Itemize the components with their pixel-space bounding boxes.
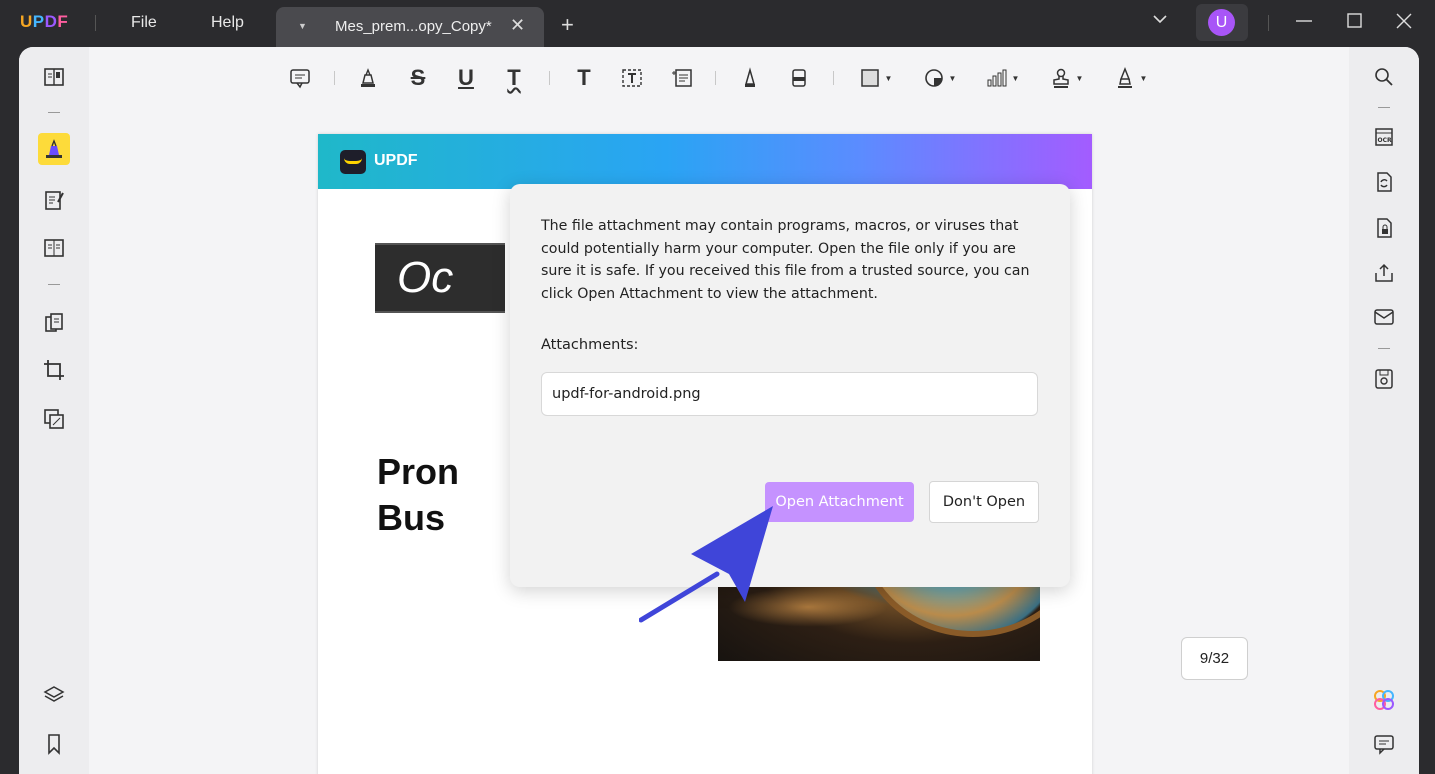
reader-icon[interactable] <box>38 61 70 93</box>
menu-file[interactable]: File <box>131 14 157 32</box>
shape-icon[interactable]: ▼ <box>855 65 895 91</box>
divider <box>95 15 96 31</box>
tab-menu-icon[interactable]: ▼ <box>298 21 307 31</box>
document-tab[interactable]: ▼ Mes_prem...opy_Copy* ✕ <box>276 7 544 47</box>
attachments-label: Attachments: <box>541 337 639 353</box>
menu-help[interactable]: Help <box>211 14 244 32</box>
page-heading-box: Oc <box>375 243 505 313</box>
bookmark-icon[interactable] <box>38 728 70 760</box>
headline-line-1: Pron <box>377 451 460 492</box>
text-icon[interactable]: T <box>571 65 597 91</box>
left-toolbar <box>19 47 89 774</box>
comment-mode-icon[interactable] <box>38 133 70 165</box>
title-bar: UPDF File Help ▼ Mes_prem...opy_Copy* ✕ … <box>0 0 1435 47</box>
protect-icon[interactable] <box>1368 212 1400 244</box>
divider <box>715 71 716 85</box>
chevron-down-icon[interactable] <box>1151 10 1169 33</box>
divider <box>48 284 60 285</box>
text-callout-icon[interactable] <box>669 65 695 91</box>
sticker-icon[interactable]: ▼ <box>919 65 959 91</box>
divider <box>833 71 834 85</box>
divider <box>334 71 335 85</box>
divider <box>1268 15 1269 31</box>
open-attachment-button[interactable]: Open Attachment <box>765 482 914 522</box>
pointer-arrow-icon <box>639 506 773 623</box>
tab-title: Mes_prem...opy_Copy* <box>335 18 492 35</box>
watermark-icon[interactable] <box>38 403 70 435</box>
maximize-icon[interactable] <box>1345 11 1365 36</box>
convert-icon[interactable] <box>1368 166 1400 198</box>
svg-text:OCR: OCR <box>1378 137 1393 144</box>
page-headline: Pron Bus <box>377 449 459 541</box>
signature-icon[interactable]: ▼ <box>1110 65 1150 91</box>
layers-icon[interactable] <box>38 679 70 711</box>
squiggly-icon[interactable]: T <box>501 65 527 91</box>
save-icon[interactable] <box>1368 363 1400 395</box>
attachment-name-field[interactable]: updf-for-android.png <box>541 372 1038 416</box>
stamp-icon[interactable]: ▼ <box>1046 65 1086 91</box>
divider <box>1378 107 1390 108</box>
tab-close-icon[interactable]: ✕ <box>510 15 525 36</box>
warning-message: The file attachment may contain programs… <box>541 218 1030 302</box>
underline-icon[interactable]: U <box>453 65 479 91</box>
pencil-icon[interactable] <box>737 65 763 91</box>
minimize-icon[interactable] <box>1294 11 1314 36</box>
ai-assistant-icon[interactable] <box>1368 684 1400 716</box>
email-icon[interactable] <box>1368 301 1400 333</box>
close-window-icon[interactable] <box>1394 11 1414 36</box>
dont-open-button[interactable]: Don't Open <box>929 481 1039 523</box>
highlight-icon[interactable] <box>355 65 381 91</box>
document-canvas: S U T T ▼ ▼ ▼ ▼ ▼ UPDF Oc Pron Bus The f… <box>89 47 1349 774</box>
share-icon[interactable] <box>1368 257 1400 289</box>
eraser-icon[interactable] <box>786 65 812 91</box>
divider <box>1378 348 1390 349</box>
right-toolbar: OCR <box>1349 47 1419 774</box>
updf-logo: UPDF <box>20 12 69 31</box>
ocr-icon[interactable]: OCR <box>1368 121 1400 153</box>
form-icon[interactable] <box>38 232 70 264</box>
comments-panel-icon[interactable] <box>1368 728 1400 760</box>
page-number-indicator[interactable]: 9/32 <box>1181 637 1248 680</box>
strikethrough-icon[interactable]: S <box>405 65 431 91</box>
account-button[interactable]: U <box>1196 4 1248 41</box>
page-banner: UPDF <box>318 134 1092 189</box>
measure-icon[interactable]: ▼ <box>982 65 1022 91</box>
comment-icon[interactable] <box>287 65 313 91</box>
search-icon[interactable] <box>1368 61 1400 93</box>
banner-logo-text: UPDF <box>374 152 418 169</box>
new-tab-icon[interactable]: + <box>561 12 574 38</box>
updf-logo-mark-icon <box>340 150 366 174</box>
divider <box>48 112 60 113</box>
attachment-warning-dialog: The file attachment may contain programs… <box>510 184 1070 587</box>
textbox-icon[interactable] <box>619 65 645 91</box>
headline-line-2: Bus <box>377 497 446 538</box>
crop-icon[interactable] <box>38 354 70 386</box>
divider <box>549 71 550 85</box>
avatar: U <box>1208 9 1235 36</box>
organize-pages-icon[interactable] <box>38 307 70 339</box>
edit-pdf-icon[interactable] <box>38 184 70 216</box>
